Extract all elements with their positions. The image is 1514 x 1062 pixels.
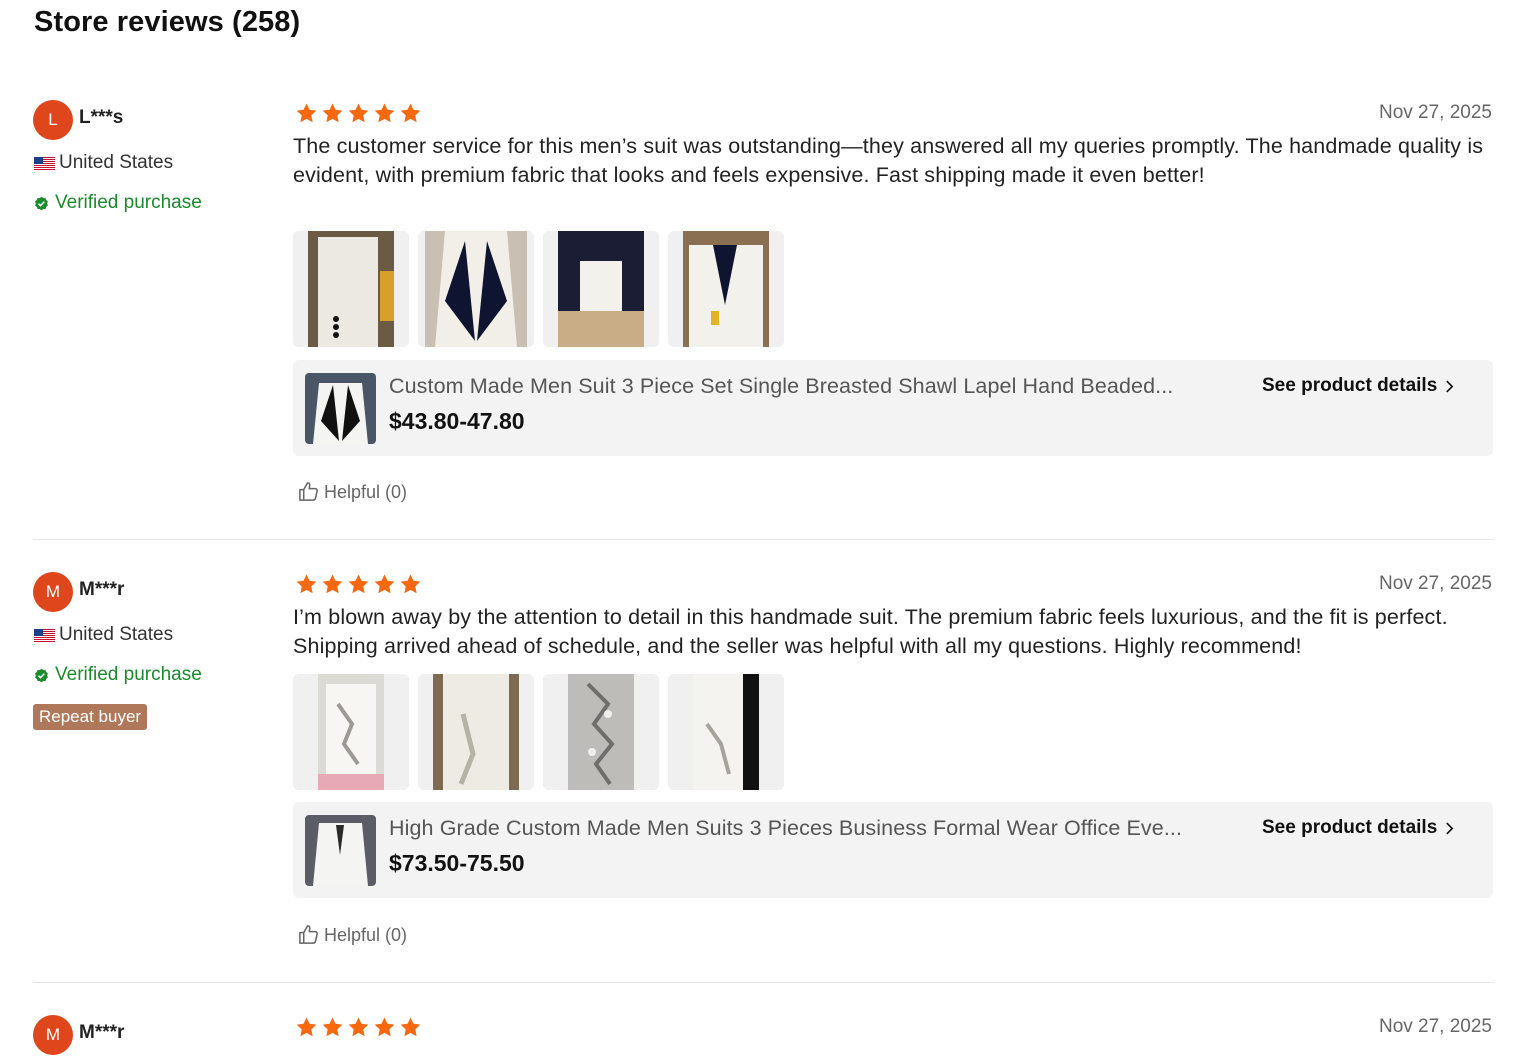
star-rating	[295, 102, 422, 125]
review-text: The customer service for this men’s suit…	[293, 134, 1484, 187]
verified-label: Verified purchase	[55, 192, 202, 213]
star-icon	[399, 573, 422, 596]
star-icon	[399, 102, 422, 125]
star-icon	[373, 573, 396, 596]
star-icon	[321, 102, 344, 125]
product-title[interactable]: High Grade Custom Made Men Suits 3 Piece…	[389, 816, 1182, 841]
star-icon	[321, 573, 344, 596]
review-photo[interactable]	[543, 674, 659, 790]
country-label: United States	[59, 624, 174, 645]
review-divider	[33, 539, 1494, 540]
review-photos	[293, 674, 784, 790]
us-flag-icon	[34, 629, 55, 642]
helpful-label: Helpful (0)	[324, 925, 408, 945]
thumbs-up-icon	[297, 923, 320, 946]
reviewer-country: United States	[34, 152, 173, 174]
see-product-details-label: See product details	[1262, 375, 1438, 396]
avatar: M	[33, 1015, 73, 1055]
reviewer-name: M***r	[79, 1022, 125, 1043]
reviewer-name: L***s	[79, 107, 124, 128]
star-icon	[321, 1016, 344, 1039]
product-title[interactable]: Custom Made Men Suit 3 Piece Set Single …	[389, 374, 1173, 399]
verified-purchase: Verified purchase	[34, 664, 202, 686]
review-photos	[293, 231, 784, 347]
product-price: $73.50-75.50	[389, 850, 525, 876]
chevron-right-icon	[1445, 379, 1454, 394]
avatar: L	[33, 100, 73, 140]
helpful-label: Helpful (0)	[324, 482, 408, 502]
review-photo[interactable]	[293, 674, 409, 790]
star-icon	[399, 1016, 422, 1039]
star-icon	[295, 102, 318, 125]
avatar: M	[33, 572, 73, 612]
review-date: Nov 27, 2025	[1378, 1016, 1492, 1037]
helpful-button[interactable]: Helpful (0)	[297, 480, 407, 503]
repeat-buyer-badge: Repeat buyer	[33, 704, 148, 730]
see-product-details-link[interactable]: See product details	[1262, 817, 1454, 839]
review-photo[interactable]	[543, 231, 659, 347]
country-label: United States	[59, 152, 174, 173]
star-icon	[295, 573, 318, 596]
see-product-details-label: See product details	[1262, 817, 1438, 838]
reviewer-name: M***r	[79, 579, 125, 600]
verified-label: Verified purchase	[55, 664, 202, 685]
product-card[interactable]: High Grade Custom Made Men Suits 3 Piece…	[293, 802, 1493, 898]
see-product-details-link[interactable]: See product details	[1262, 375, 1454, 397]
star-rating	[295, 573, 422, 596]
star-icon	[347, 1016, 370, 1039]
review-photo[interactable]	[668, 231, 784, 347]
star-rating	[295, 1016, 422, 1039]
star-icon	[295, 1016, 318, 1039]
star-icon	[373, 1016, 396, 1039]
review-photo[interactable]	[418, 231, 534, 347]
verified-check-icon	[34, 668, 49, 683]
product-thumbnail	[305, 815, 376, 886]
verified-purchase: Verified purchase	[34, 192, 202, 214]
review-date: Nov 27, 2025	[1378, 102, 1492, 123]
review-photo[interactable]	[293, 231, 409, 347]
review-photo[interactable]	[668, 674, 784, 790]
us-flag-icon	[34, 157, 55, 170]
review-text: I’m blown away by the attention to detai…	[293, 605, 1448, 658]
star-icon	[347, 573, 370, 596]
helpful-button[interactable]: Helpful (0)	[297, 923, 407, 946]
page-title: Store reviews (258)	[34, 6, 301, 38]
star-icon	[347, 102, 370, 125]
review-date: Nov 27, 2025	[1378, 573, 1492, 594]
chevron-right-icon	[1445, 821, 1454, 836]
verified-check-icon	[34, 196, 49, 211]
product-card[interactable]: Custom Made Men Suit 3 Piece Set Single …	[293, 360, 1493, 456]
thumbs-up-icon	[297, 480, 320, 503]
product-thumbnail	[305, 373, 376, 444]
star-icon	[373, 102, 396, 125]
review-divider	[33, 982, 1494, 983]
reviewer-country: United States	[34, 624, 173, 646]
store-reviews-page: Store reviews (258) L L***s United State…	[0, 0, 1514, 1062]
product-price: $43.80-47.80	[389, 408, 525, 434]
review-photo[interactable]	[418, 674, 534, 790]
